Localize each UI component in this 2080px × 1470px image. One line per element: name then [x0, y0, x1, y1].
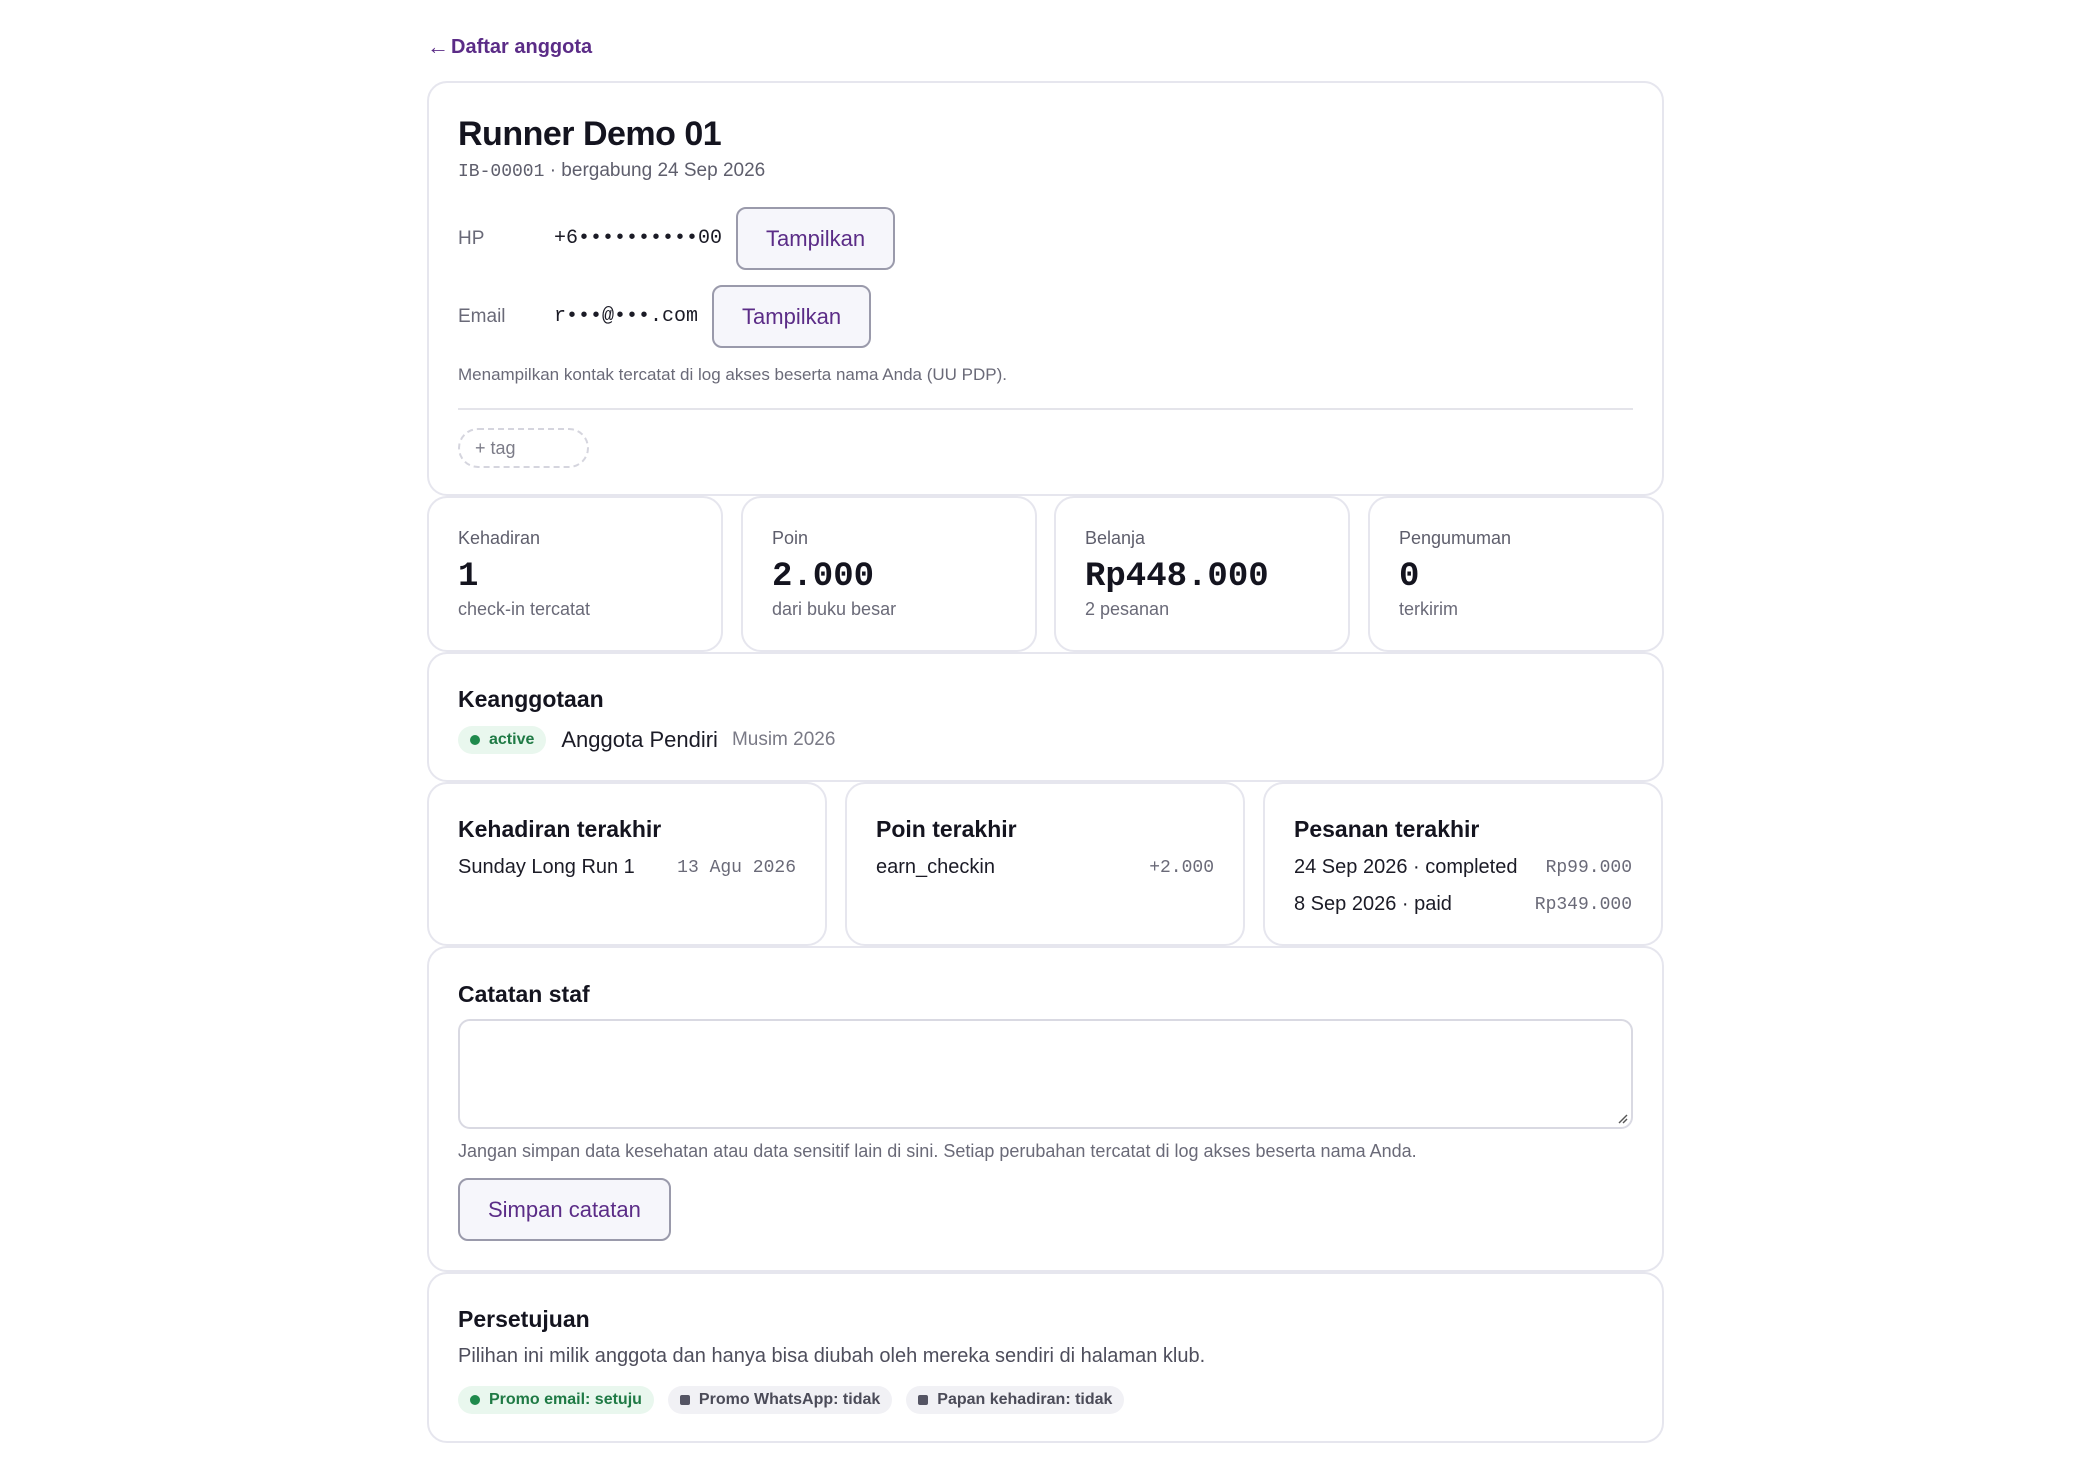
attendance-date: 13 Agu 2026: [677, 857, 796, 878]
reveal-email-button[interactable]: Tampilkan: [712, 285, 872, 348]
recent-attendance-title: Kehadiran terakhir: [458, 816, 662, 842]
points-reason: earn_checkin: [876, 856, 995, 878]
resize-handle-icon[interactable]: [1616, 1112, 1628, 1124]
stat-value: Rp448.000: [1085, 558, 1269, 596]
recent-points-card: Poin terakhir earn_checkin +2.000: [845, 782, 1245, 946]
stat-label: Poin: [772, 528, 809, 548]
consent-title: Persetujuan: [458, 1306, 590, 1332]
list-item: 8 Sep 2026 · paid Rp349.000: [1294, 893, 1632, 916]
off-square-icon: [918, 1395, 929, 1405]
check-dot-icon: [470, 1395, 480, 1405]
consent-description: Pilihan ini milik anggota dan hanya bisa…: [458, 1345, 1206, 1367]
consent-badge-label: Papan kehadiran: tidak: [937, 1391, 1113, 1408]
stat-sub: check-in tercatat: [458, 599, 591, 619]
status-badge: active: [458, 726, 547, 754]
status-dot-icon: [470, 735, 480, 745]
membership-card: Keanggotaan active Anggota Pendiri Musim…: [427, 652, 1664, 782]
recent-orders-card: Pesanan terakhir 24 Sep 2026 · completed…: [1263, 782, 1663, 946]
reveal-audit-note: Menampilkan kontak tercatat di log akses…: [458, 365, 1007, 384]
back-link-label: Daftar anggota: [451, 35, 593, 58]
staff-notes-card: Catatan staf Jangan simpan data kesehata…: [427, 946, 1664, 1272]
status-badge-label: active: [489, 731, 535, 748]
membership-title: Keanggotaan: [458, 686, 604, 712]
membership-row: active Anggota Pendiri Musim 2026: [458, 726, 835, 754]
membership-season: Musim 2026: [731, 729, 836, 750]
membership-tier: Anggota Pendiri: [561, 727, 718, 752]
recent-orders-title: Pesanan terakhir: [1294, 816, 1480, 842]
list-item: 24 Sep 2026 · completed Rp99.000: [1294, 856, 1632, 879]
consent-badge-label: Promo WhatsApp: tidak: [698, 1391, 881, 1408]
member-id: IB-00001: [458, 162, 545, 182]
list-item: Sunday Long Run 1 13 Agu 2026: [458, 856, 796, 879]
email-label: Email: [458, 305, 506, 327]
stat-card-spending: Belanja Rp448.000 2 pesanan: [1054, 496, 1350, 652]
stat-value: 2.000: [772, 558, 875, 596]
member-joined: · bergabung 24 Sep 2026: [549, 160, 766, 181]
email-masked-value: r•••@•••.com: [554, 305, 699, 328]
stat-sub: terkirim: [1399, 599, 1458, 619]
consent-card: Persetujuan Pilihan ini milik anggota da…: [427, 1272, 1664, 1443]
email-row: Email r•••@•••.com Tampilkan: [458, 285, 872, 348]
staff-notes-help: Jangan simpan data kesehatan atau data s…: [458, 1141, 1417, 1161]
stat-value: 1: [458, 558, 479, 596]
stat-card-announcements: Pengumuman 0 terkirim: [1368, 496, 1664, 652]
reveal-phone-button[interactable]: Tampilkan: [736, 207, 896, 270]
stat-label: Belanja: [1085, 528, 1146, 548]
off-square-icon: [679, 1395, 690, 1405]
stat-value: 0: [1399, 558, 1420, 596]
save-notes-button[interactable]: Simpan catatan: [458, 1178, 671, 1241]
stat-label: Pengumuman: [1399, 528, 1512, 548]
divider: [458, 408, 1633, 410]
recent-attendance-card: Kehadiran terakhir Sunday Long Run 1 13 …: [427, 782, 827, 946]
add-tag-button[interactable]: + tag: [458, 428, 589, 468]
points-amount: +2.000: [1149, 857, 1214, 878]
staff-notes-title: Catatan staf: [458, 981, 590, 1007]
member-subline: IB-00001 · bergabung 24 Sep 2026: [458, 160, 765, 182]
recent-points-title: Poin terakhir: [876, 816, 1017, 842]
order-desc: 8 Sep 2026 · paid: [1294, 893, 1452, 915]
stat-card-attendance: Kehadiran 1 check-in tercatat: [427, 496, 723, 652]
attendance-event-name: Sunday Long Run 1: [458, 856, 635, 878]
consent-badge-attendance-board: Papan kehadiran: tidak: [906, 1386, 1125, 1414]
phone-row: HP +6••••••••••00 Tampilkan: [458, 207, 896, 270]
phone-masked-value: +6••••••••••00: [554, 227, 723, 250]
member-profile-card: Runner Demo 01 IB-00001 · bergabung 24 S…: [427, 81, 1664, 496]
back-to-member-list-link[interactable]: ← Daftar anggota: [427, 34, 592, 60]
stat-card-points: Poin 2.000 dari buku besar: [741, 496, 1037, 652]
consent-badge-email: Promo email: setuju: [458, 1386, 654, 1414]
stat-sub: dari buku besar: [772, 599, 897, 619]
consent-badge-whatsapp: Promo WhatsApp: tidak: [667, 1386, 893, 1414]
staff-notes-textarea[interactable]: [458, 1019, 1633, 1129]
member-name: Runner Demo 01: [458, 115, 722, 153]
list-item: earn_checkin +2.000: [876, 856, 1214, 879]
order-amount: Rp349.000: [1534, 894, 1632, 915]
order-desc: 24 Sep 2026 · completed: [1294, 856, 1518, 878]
consent-badges: Promo email: setuju Promo WhatsApp: tida…: [458, 1386, 1125, 1414]
arrow-left-icon: ←: [427, 34, 449, 59]
order-amount: Rp99.000: [1545, 857, 1632, 878]
stat-label: Kehadiran: [458, 528, 541, 548]
phone-label: HP: [458, 227, 485, 249]
consent-badge-label: Promo email: setuju: [489, 1391, 642, 1408]
stat-sub: 2 pesanan: [1085, 599, 1170, 619]
